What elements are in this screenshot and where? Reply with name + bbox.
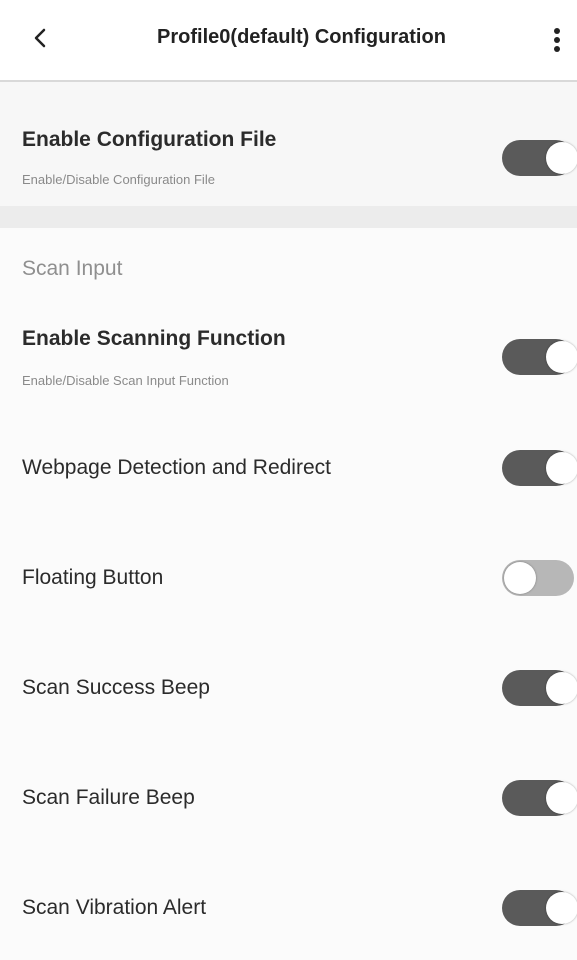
back-button[interactable]	[22, 18, 58, 58]
webpage-redirect-row[interactable]: Webpage Detection and Redirect	[0, 440, 577, 500]
scan-enable-toggle[interactable]	[502, 339, 577, 375]
failure-beep-title: Scan Failure Beep	[22, 786, 195, 809]
scan-enable-title: Enable Scanning Function	[22, 327, 286, 350]
scan-enable-row[interactable]: Enable Scanning Function Enable/Disable …	[0, 310, 577, 410]
settings-screen: Profile0(default) Configuration Enable C…	[0, 0, 577, 960]
toggle-knob	[546, 341, 577, 373]
vibration-alert-toggle[interactable]	[502, 890, 577, 926]
toggle-knob	[546, 782, 577, 814]
vibration-alert-row[interactable]: Scan Vibration Alert	[0, 880, 577, 940]
failure-beep-row[interactable]: Scan Failure Beep	[0, 770, 577, 830]
toggle-knob	[546, 892, 577, 924]
section-divider	[0, 206, 577, 228]
webpage-redirect-title: Webpage Detection and Redirect	[22, 456, 331, 479]
failure-beep-toggle[interactable]	[502, 780, 577, 816]
webpage-redirect-toggle[interactable]	[502, 450, 577, 486]
more-vert-icon	[554, 28, 560, 52]
toggle-knob	[546, 672, 577, 704]
vibration-alert-title: Scan Vibration Alert	[22, 896, 207, 919]
floating-button-toggle[interactable]	[502, 560, 577, 596]
page-title: Profile0(default) Configuration	[157, 26, 446, 48]
chevron-left-icon	[34, 28, 46, 48]
toggle-knob	[504, 562, 536, 594]
config-file-row[interactable]: Enable Configuration File Enable/Disable…	[0, 82, 577, 206]
config-file-subtitle: Enable/Disable Configuration File	[22, 172, 215, 187]
success-beep-row[interactable]: Scan Success Beep	[0, 660, 577, 720]
app-bar: Profile0(default) Configuration	[0, 0, 577, 82]
config-file-title: Enable Configuration File	[22, 128, 277, 151]
toggle-knob	[546, 452, 577, 484]
config-file-toggle[interactable]	[502, 140, 577, 176]
section-header-scan-input: Scan Input	[22, 257, 123, 280]
success-beep-toggle[interactable]	[502, 670, 577, 706]
floating-button-title: Floating Button	[22, 566, 164, 589]
scan-enable-subtitle: Enable/Disable Scan Input Function	[22, 373, 229, 388]
toggle-knob	[546, 142, 577, 174]
floating-button-row[interactable]: Floating Button	[0, 550, 577, 610]
overflow-menu-button[interactable]	[543, 20, 571, 60]
success-beep-title: Scan Success Beep	[22, 676, 210, 699]
